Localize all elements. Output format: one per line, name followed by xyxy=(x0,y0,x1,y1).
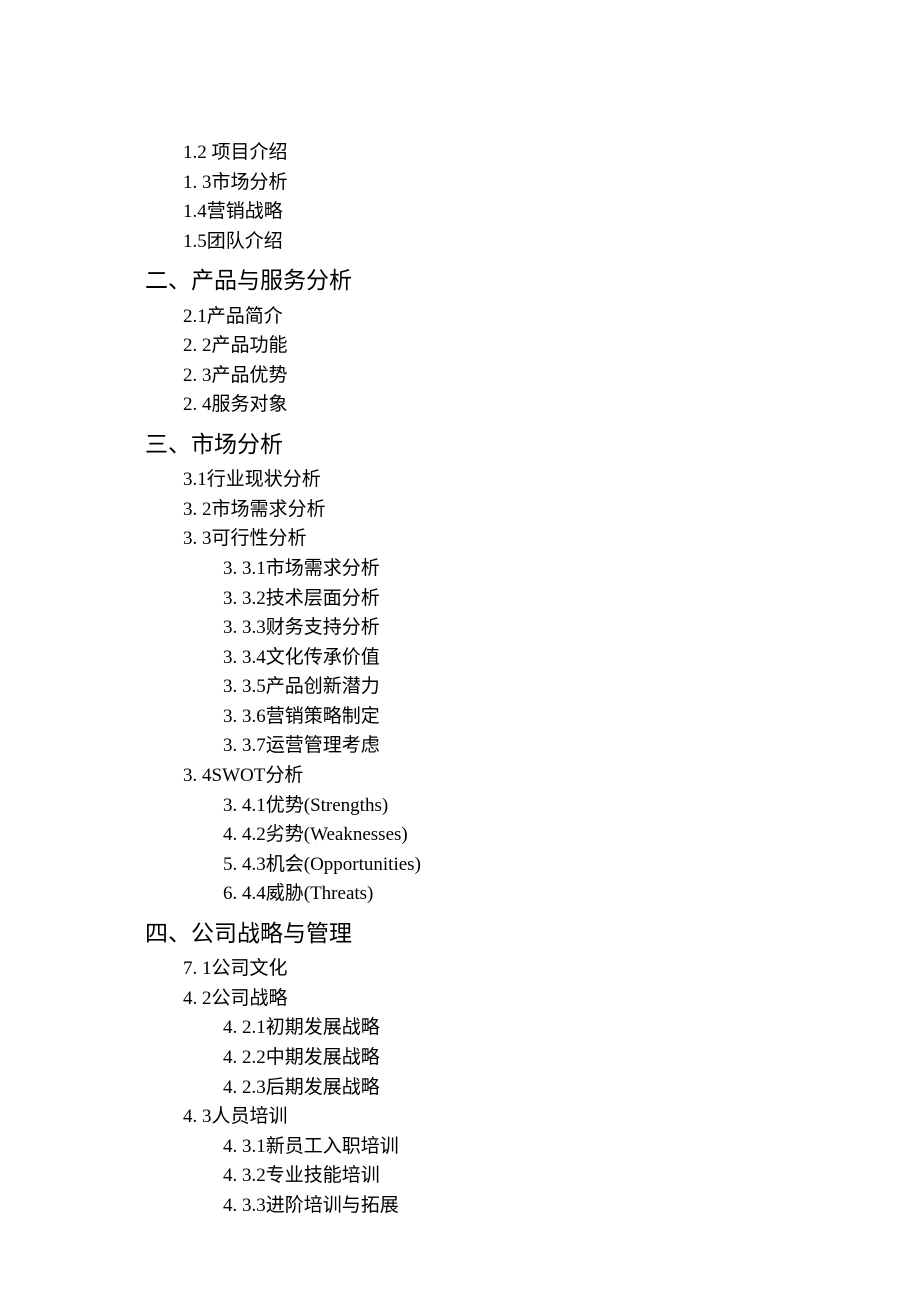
toc-item: 4. 3人员培训 xyxy=(183,1104,920,1131)
toc-item: 2. 4服务对象 xyxy=(183,392,920,419)
toc-item: 3. 3.7运营管理考虑 xyxy=(223,733,920,760)
toc-item: 3. 3.5产品创新潜力 xyxy=(223,674,920,701)
toc-item: 1.5团队介绍 xyxy=(183,229,920,256)
toc-item: 7. 1公司文化 xyxy=(183,956,920,983)
document-content: 1.2 项目介绍 1. 3市场分析1.4营销战略 1.5团队介绍二、产品与服务分析 2… xyxy=(0,140,920,1220)
toc-item: 4. 2.1初期发展战略 xyxy=(223,1015,920,1042)
toc-item: 4. 3.2专业技能培训 xyxy=(223,1163,920,1190)
toc-item: 1.2 项目介绍 xyxy=(183,140,920,167)
toc-item: 3. 3.3财务支持分析 xyxy=(223,615,920,642)
section-heading: 二、产品与服务分析 xyxy=(145,265,920,297)
section-heading: 三、市场分析 xyxy=(145,429,920,461)
toc-item: 2.1产品简介 xyxy=(183,304,920,331)
toc-item: 2. 3产品优势 xyxy=(183,363,920,390)
toc-item: 2. 2产品功能 xyxy=(183,333,920,360)
toc-item: 3. 3.4文化传承价值 xyxy=(223,645,920,672)
toc-item: 4. 4.2劣势(Weaknesses) xyxy=(223,822,920,849)
toc-item: 1. 3市场分析 xyxy=(183,170,920,197)
toc-item: 4. 2公司战略 xyxy=(183,986,920,1013)
toc-item: 3. 3.6营销策略制定 xyxy=(223,704,920,731)
toc-item: 3. 4SWOT分析 xyxy=(183,763,920,790)
section-heading: 四、公司战略与管理 xyxy=(145,918,920,950)
toc-item: 3. 4.1优势(Strengths) xyxy=(223,793,920,820)
toc-item: 5. 4.3机会(Opportunities) xyxy=(223,852,920,879)
toc-item: 3. 3可行性分析 xyxy=(183,526,920,553)
toc-item: 1.4营销战略 xyxy=(183,199,920,226)
toc-item: 3. 3.1市场需求分析 xyxy=(223,556,920,583)
toc-item: 4. 3.3进阶培训与拓展 xyxy=(223,1193,920,1220)
toc-item: 4. 3.1新员工入职培训 xyxy=(223,1134,920,1161)
toc-item: 4. 2.3后期发展战略 xyxy=(223,1075,920,1102)
toc-item: 3. 3.2技术层面分析 xyxy=(223,586,920,613)
toc-item: 3.1行业现状分析 xyxy=(183,467,920,494)
toc-item: 4. 2.2中期发展战略 xyxy=(223,1045,920,1072)
toc-item: 6. 4.4威胁(Threats) xyxy=(223,881,920,908)
toc-item: 3. 2市场需求分析 xyxy=(183,497,920,524)
